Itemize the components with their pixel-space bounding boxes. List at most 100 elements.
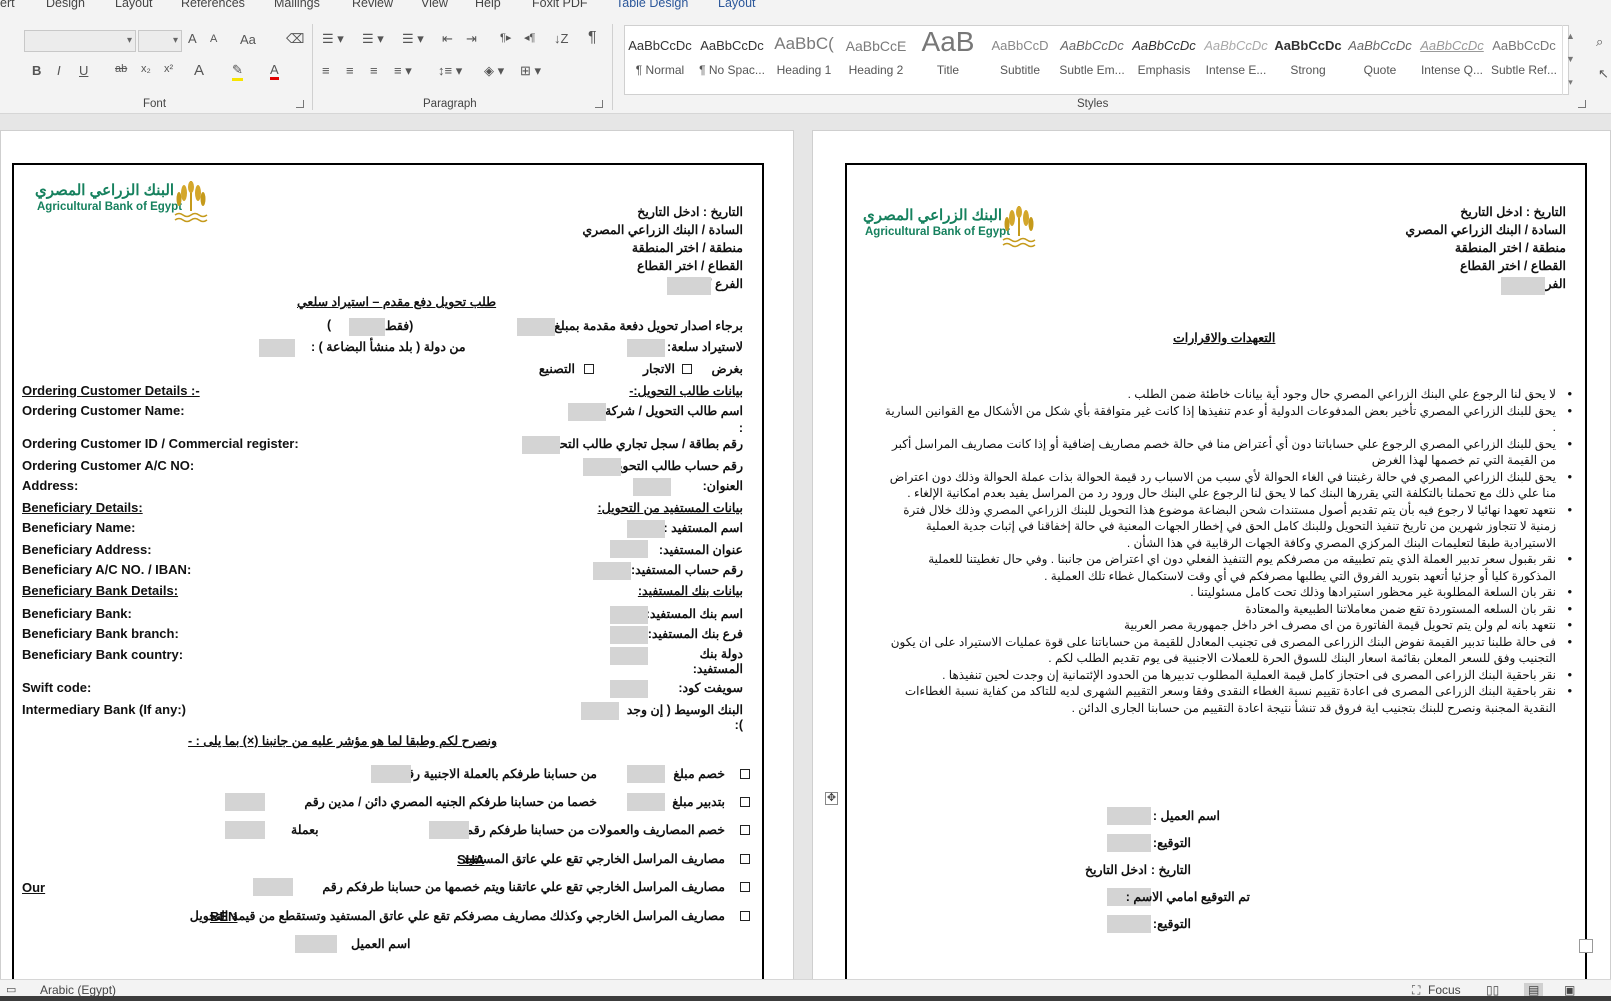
scroll-up-icon[interactable]: ▲: [1563, 25, 1578, 48]
beneficiary-address-field[interactable]: [610, 540, 648, 558]
intermediary-field[interactable]: [581, 702, 619, 720]
fx-account-field[interactable]: [371, 765, 411, 783]
style-intense-quote[interactable]: AaBbCcDc Intense Q...: [1417, 26, 1487, 94]
beneficiary-name-field[interactable]: [627, 520, 665, 538]
option-sha-checkbox[interactable]: [740, 854, 750, 864]
style-heading-1[interactable]: AaBbC(Heading 1: [769, 26, 839, 94]
manufacture-checkbox[interactable]: [584, 364, 594, 374]
style-emphasis[interactable]: AaBbCcDc Emphasis: [1129, 26, 1199, 94]
read-mode-icon[interactable]: ▯▯: [1486, 983, 1499, 997]
decrease-indent-icon[interactable]: ⇤: [442, 31, 453, 47]
styles-gallery-scroll[interactable]: ▲ ▼ ▾: [1562, 25, 1578, 95]
subscript-button[interactable]: x₂: [141, 63, 151, 75]
shading-icon[interactable]: ◈ ▾: [484, 63, 504, 79]
font-size-dropdown[interactable]: ▾: [138, 30, 182, 52]
fees-account-field[interactable]: [429, 821, 469, 839]
table-resize-handle-icon[interactable]: [1579, 939, 1593, 953]
styles-dialog-launcher-icon[interactable]: [1578, 100, 1586, 108]
font-name-dropdown[interactable]: ▾: [24, 30, 136, 52]
borders-icon[interactable]: ⊞ ▾: [520, 63, 541, 79]
italic-button[interactable]: I: [57, 63, 61, 78]
multilevel-list-icon[interactable]: ☰ ▾: [402, 31, 424, 47]
client-name-field[interactable]: [295, 935, 337, 953]
style-subtle-reference[interactable]: AaBbCcDc Subtle Ref...: [1489, 26, 1559, 94]
branch-field[interactable]: [1501, 277, 1545, 295]
amount-words-field[interactable]: [349, 318, 385, 336]
align-right-icon[interactable]: ≡: [370, 63, 378, 78]
tab-view[interactable]: View: [421, 0, 448, 10]
style-intense-emphasis[interactable]: AaBbCcDc Intense E...: [1201, 26, 1271, 94]
tab-table-layout[interactable]: Layout: [718, 0, 756, 10]
address-field[interactable]: [633, 478, 671, 496]
underline-button[interactable]: U: [79, 63, 88, 78]
tab-foxit-pdf[interactable]: Foxit PDF: [532, 0, 588, 10]
sort-icon[interactable]: ↓Z: [554, 31, 568, 46]
tab-design[interactable]: Design: [46, 0, 85, 10]
language-indicator[interactable]: Arabic (Egypt): [40, 983, 116, 997]
paragraph-dialog-launcher-icon[interactable]: [595, 100, 603, 108]
tab-review[interactable]: Review: [352, 0, 393, 10]
tab-help[interactable]: Help: [475, 0, 501, 10]
provide-amount-field[interactable]: [627, 793, 665, 811]
swift-field[interactable]: [610, 680, 648, 698]
tab-insert[interactable]: ert: [0, 0, 15, 10]
proofing-icon[interactable]: ▭: [6, 983, 16, 996]
style-title[interactable]: AaB Title: [913, 26, 983, 94]
tab-layout[interactable]: Layout: [115, 0, 153, 10]
scroll-down-icon[interactable]: ▼: [1563, 48, 1578, 71]
style-strong[interactable]: AaBbCcDc Strong: [1273, 26, 1343, 94]
ordering-id-field[interactable]: [522, 436, 560, 454]
sig-client-field[interactable]: [1107, 807, 1151, 825]
egp-account-field[interactable]: [225, 793, 265, 811]
bank-country-field[interactable]: [610, 647, 648, 665]
sig-sign2-field[interactable]: [1107, 915, 1151, 933]
text-effects-button[interactable]: A: [194, 62, 204, 79]
grow-font-button[interactable]: A: [188, 31, 197, 46]
ordering-name-field[interactable]: [568, 403, 606, 421]
trade-checkbox[interactable]: [682, 364, 692, 374]
style-quote[interactable]: AaBbCcDc Quote: [1345, 26, 1415, 94]
more-styles-icon[interactable]: ▾: [1563, 71, 1578, 93]
font-color-button[interactable]: A: [270, 62, 279, 80]
change-case-button[interactable]: Aa: [240, 32, 256, 47]
sig-date-value[interactable]: ادخل التاريخ: [1085, 862, 1147, 877]
branch-field[interactable]: [667, 277, 711, 295]
style-subtle-emphasis[interactable]: AaBbCcDc Subtle Em...: [1057, 26, 1127, 94]
web-layout-icon[interactable]: ▣: [1564, 983, 1575, 997]
option-our-checkbox[interactable]: [740, 882, 750, 892]
option-debit-checkbox[interactable]: [740, 769, 750, 779]
option-ben-checkbox[interactable]: [740, 911, 750, 921]
focus-mode-button[interactable]: Focus: [1428, 983, 1461, 997]
page-right[interactable]: البنك الزراعي المصري Agricultural Bank o…: [812, 130, 1611, 979]
tab-table-design[interactable]: Table Design: [616, 0, 688, 10]
fees-currency-field[interactable]: [225, 821, 265, 839]
amount-field[interactable]: [517, 318, 555, 336]
line-spacing-icon[interactable]: ↕≡ ▾: [438, 63, 462, 79]
strikethrough-button[interactable]: ab: [115, 63, 127, 75]
tab-references[interactable]: References: [181, 0, 245, 10]
highlight-color-icon[interactable]: ✎: [232, 62, 243, 81]
bold-button[interactable]: B: [32, 63, 41, 78]
bank-name-field[interactable]: [610, 606, 648, 624]
justify-icon[interactable]: ≡ ▾: [394, 63, 412, 79]
ordering-account-field[interactable]: [583, 458, 621, 476]
bank-branch-field[interactable]: [610, 626, 648, 644]
page-left[interactable]: البنك الزراعي المصري Agricultural Bank o…: [0, 130, 794, 979]
show-formatting-marks-icon[interactable]: ¶: [588, 29, 597, 47]
table-move-handle-icon[interactable]: ✥: [825, 792, 838, 805]
bullets-icon[interactable]: ☰ ▾: [322, 31, 344, 47]
find-icon[interactable]: ⌕: [1596, 34, 1603, 50]
option-provide-checkbox[interactable]: [740, 797, 750, 807]
beneficiary-account-field[interactable]: [593, 562, 631, 580]
option-fees-checkbox[interactable]: [740, 825, 750, 835]
increase-indent-icon[interactable]: ⇥: [466, 31, 477, 47]
style-normal[interactable]: AaBbCcDc ¶ Normal: [625, 26, 695, 94]
style-subtitle[interactable]: AaBbCcD Subtitle: [985, 26, 1055, 94]
align-left-icon[interactable]: ≡: [322, 63, 330, 78]
sig-sign-field[interactable]: [1107, 834, 1151, 852]
ltr-direction-icon[interactable]: ¶▸: [500, 31, 511, 44]
font-dialog-launcher-icon[interactable]: [296, 100, 304, 108]
clear-formatting-icon[interactable]: ⌫: [286, 31, 304, 47]
debit-amount-field[interactable]: [627, 765, 665, 783]
shrink-font-button[interactable]: A: [210, 33, 217, 45]
